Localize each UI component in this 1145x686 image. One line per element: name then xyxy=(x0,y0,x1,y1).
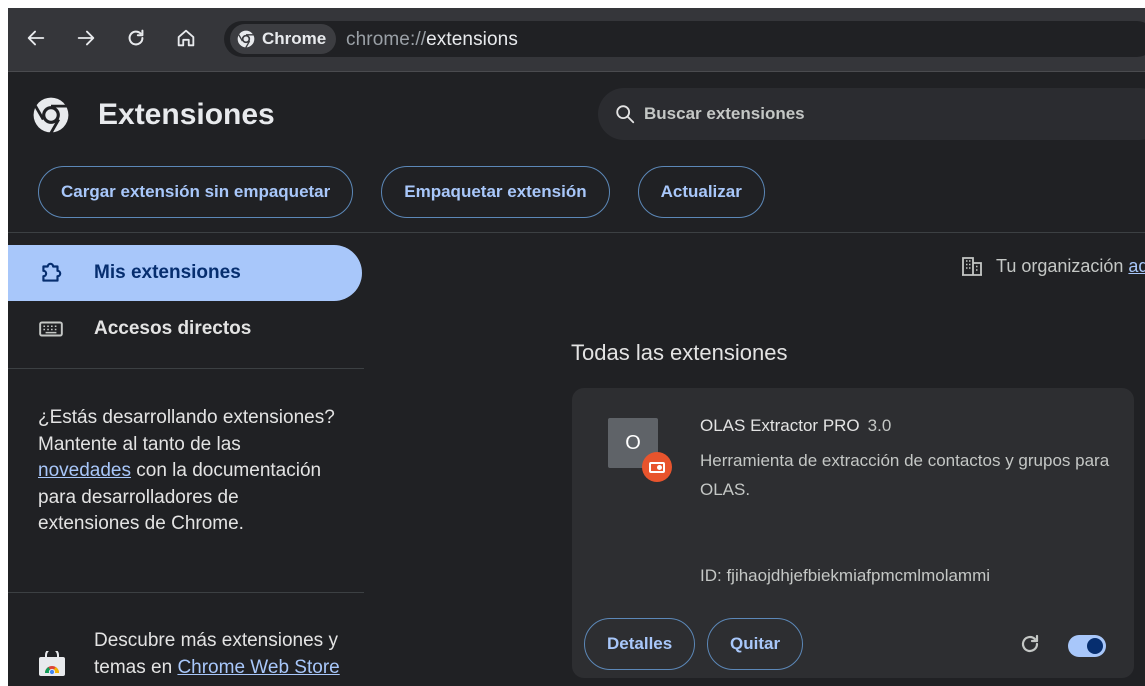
site-chip-label: Chrome xyxy=(262,29,327,48)
dev-note-text: ¿Estás desarrollando extensiones? Manten… xyxy=(38,407,335,455)
search-bar[interactable] xyxy=(598,88,1145,140)
webstore-link[interactable]: Chrome Web Store xyxy=(177,657,339,678)
news-link[interactable]: novedades xyxy=(38,460,131,481)
sidebar-item-label: Mis extensiones xyxy=(94,262,241,283)
toggle-knob xyxy=(1087,638,1103,654)
organization-notice: Tu organización ad xyxy=(960,254,1145,278)
site-chip[interactable]: Chrome xyxy=(230,24,337,54)
organization-text: Tu organización xyxy=(996,255,1124,276)
details-button[interactable]: Detalles xyxy=(584,618,696,670)
url-path: extensions xyxy=(426,29,518,50)
webstore-text: Descubre más extensiones y temas en Chro… xyxy=(94,627,354,681)
remove-button[interactable]: Quitar xyxy=(707,618,804,670)
extension-version: 3.0 xyxy=(867,416,892,435)
reload-page-icon[interactable] xyxy=(120,22,152,54)
puzzle-icon xyxy=(42,262,62,282)
extension-icon-letter: O xyxy=(625,431,641,454)
extension-enabled-toggle[interactable] xyxy=(1068,635,1106,657)
sidebar: Mis extensiones Accesos directos ¿Estás … xyxy=(8,233,364,686)
extension-name-row: OLAS Extractor PRO 3.0 xyxy=(700,416,891,436)
url-text[interactable]: chrome://extensions xyxy=(346,29,518,51)
developer-toolbar: Cargar extensión sin empaquetar Empaquet… xyxy=(38,166,765,218)
page-title: Extensiones xyxy=(98,98,275,131)
pack-extension-button[interactable]: Empaquetar extensión xyxy=(381,166,610,218)
organization-link[interactable]: ad xyxy=(1128,256,1145,277)
building-icon xyxy=(962,257,982,276)
forward-icon[interactable] xyxy=(70,22,102,54)
search-input[interactable] xyxy=(644,102,1044,126)
webstore-icon xyxy=(39,651,65,676)
developer-news-note: ¿Estás desarrollando extensiones? Manten… xyxy=(38,405,338,538)
keyboard-icon xyxy=(39,321,63,337)
section-title: Todas las extensiones xyxy=(571,340,788,365)
extension-card: O OLAS Extractor PRO 3.0 Herramienta de e… xyxy=(572,388,1134,678)
reload-extension-icon[interactable] xyxy=(1018,632,1042,656)
browser-toolbar: Chrome chrome://extensions xyxy=(8,8,1145,72)
extension-description: Herramienta de extracción de contactos y… xyxy=(700,451,1110,499)
sidebar-item-my-extensions[interactable]: Mis extensiones xyxy=(8,245,362,301)
chrome-logo-icon xyxy=(33,97,69,134)
url-scheme: chrome:// xyxy=(346,29,427,50)
browser-window: Chrome chrome://extensions Extensiones C… xyxy=(8,8,1145,686)
search-icon xyxy=(616,105,635,124)
extension-badge-icon xyxy=(642,452,672,482)
sidebar-divider xyxy=(8,592,364,593)
sidebar-item-label: Accesos directos xyxy=(94,318,252,339)
update-button[interactable]: Actualizar xyxy=(637,166,765,218)
sidebar-divider xyxy=(8,368,364,369)
back-icon[interactable] xyxy=(20,22,52,54)
extension-name: OLAS Extractor PRO xyxy=(700,416,860,435)
chrome-logo-icon xyxy=(237,30,255,48)
sidebar-item-shortcuts[interactable]: Accesos directos xyxy=(8,301,362,357)
home-icon[interactable] xyxy=(170,22,202,54)
load-unpacked-button[interactable]: Cargar extensión sin empaquetar xyxy=(38,166,354,218)
address-bar[interactable]: Chrome chrome://extensions xyxy=(224,21,1145,57)
extension-id: ID: fjihaojdhjefbiekmiafpmcmlmolammi xyxy=(700,566,991,585)
